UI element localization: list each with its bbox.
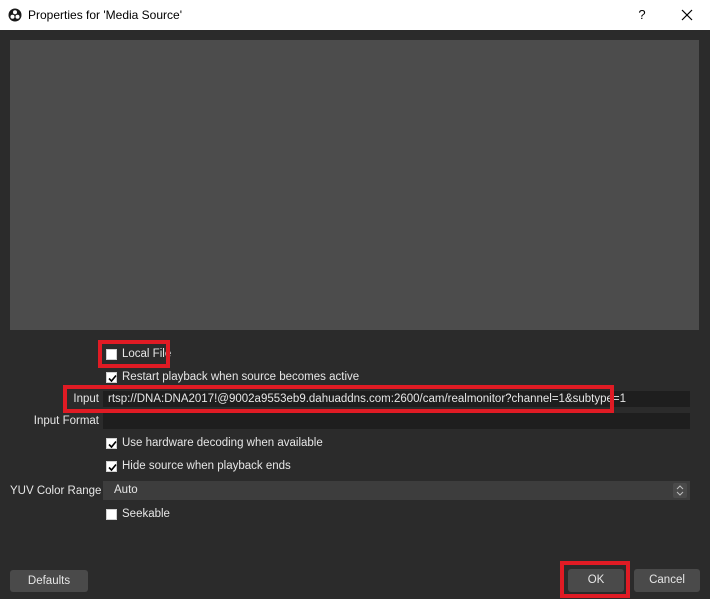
hide-source-label: Hide source when playback ends (122, 460, 291, 472)
hardware-decoding-checkbox[interactable]: Use hardware decoding when available (106, 435, 323, 451)
hardware-decoding-label: Use hardware decoding when available (122, 437, 323, 449)
input-format-field[interactable] (103, 413, 690, 429)
checkmark-icon (108, 440, 117, 448)
input-label: Input (73, 393, 99, 405)
restart-playback-checkbox[interactable]: Restart playback when source becomes act… (106, 369, 359, 385)
title-bar: Properties for 'Media Source' ? (0, 0, 710, 30)
local-file-label: Local File (122, 348, 172, 360)
input-format-label: Input Format (33, 415, 99, 427)
yuv-color-range-label: YUV Color Range (10, 485, 102, 497)
local-file-checkbox[interactable]: Local File (106, 346, 171, 362)
seekable-checkbox[interactable]: Seekable (106, 506, 170, 522)
window-title: Properties for 'Media Source' (28, 8, 182, 22)
obs-logo-icon (8, 8, 22, 22)
checkmark-icon (108, 463, 117, 471)
defaults-button[interactable]: Defaults (10, 570, 88, 592)
restart-playback-label: Restart playback when source becomes act… (122, 371, 360, 383)
spin-arrows-icon (673, 483, 687, 498)
input-field[interactable]: rtsp://DNA:DNA2017!@9002a9553eb9.dahuadd… (103, 391, 690, 407)
seekable-label: Seekable (122, 508, 170, 520)
cancel-button[interactable]: Cancel (634, 569, 700, 592)
close-button[interactable] (674, 4, 700, 26)
source-preview (10, 40, 699, 330)
hide-source-checkbox[interactable]: Hide source when playback ends (106, 458, 291, 474)
checkbox-box (106, 371, 117, 383)
ok-button[interactable]: OK (568, 569, 624, 592)
help-button[interactable]: ? (630, 4, 654, 26)
yuv-color-range-select[interactable]: Auto (103, 481, 690, 500)
checkmark-icon (108, 374, 117, 382)
yuv-color-range-value: Auto (114, 484, 138, 496)
checkbox-box (106, 460, 117, 472)
checkbox-box (106, 437, 117, 449)
checkbox-box (106, 508, 117, 520)
checkbox-box (106, 348, 117, 360)
close-icon (681, 9, 693, 21)
